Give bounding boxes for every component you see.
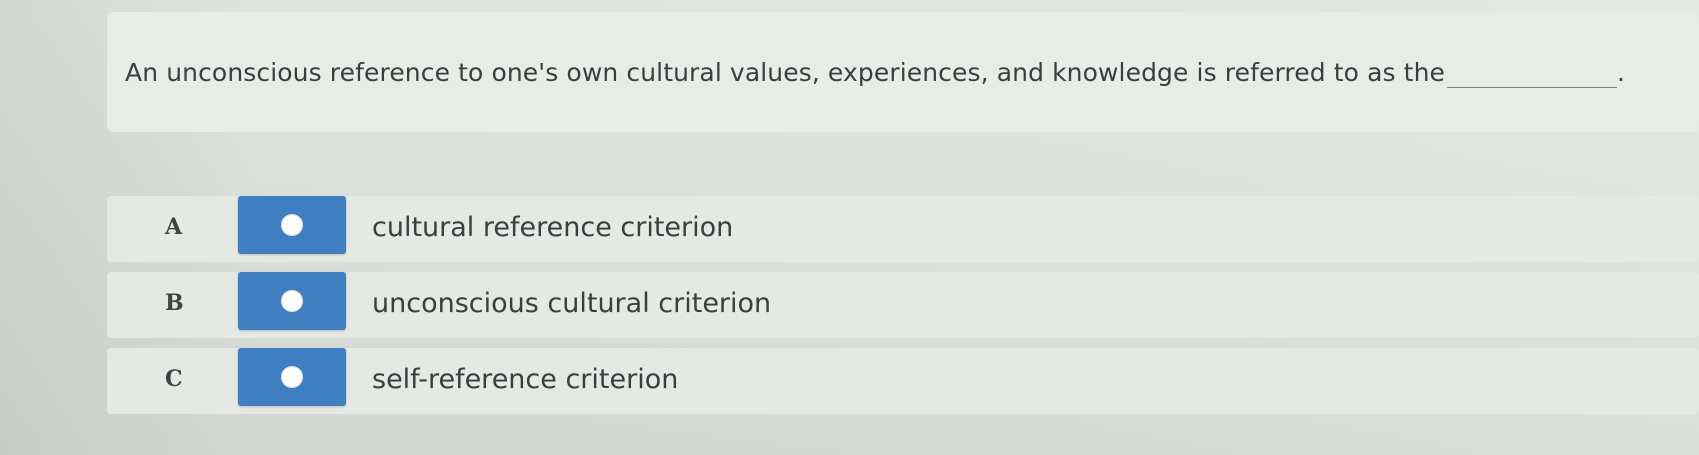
- option-a-label: cultural reference criterion: [372, 212, 734, 243]
- option-a-row[interactable]: A cultural reference criterion: [107, 196, 1699, 262]
- radio-dot-icon: [281, 290, 303, 312]
- option-b-label: unconscious cultural criterion: [372, 288, 772, 319]
- option-b-radio-button[interactable]: [238, 272, 346, 330]
- radio-dot-icon: [281, 214, 303, 236]
- option-b-letter: B: [165, 290, 184, 316]
- question-stem: An unconscious reference to one's own cu…: [125, 58, 1445, 87]
- option-a-letter: A: [165, 214, 183, 240]
- option-a-radio-button[interactable]: [238, 196, 346, 254]
- option-c-radio-button[interactable]: [238, 348, 346, 406]
- answer-blank: [1447, 58, 1617, 88]
- question-card: An unconscious reference to one's own cu…: [107, 12, 1699, 132]
- screen: An unconscious reference to one's own cu…: [0, 0, 1699, 455]
- question-text: An unconscious reference to one's own cu…: [125, 58, 1625, 88]
- question-trailing: .: [1617, 58, 1626, 87]
- option-c-label: self-reference criterion: [372, 364, 679, 395]
- option-c-letter: C: [165, 366, 183, 392]
- option-b-row[interactable]: B unconscious cultural criterion: [107, 272, 1699, 338]
- radio-dot-icon: [281, 366, 303, 388]
- option-c-row[interactable]: C self-reference criterion: [107, 348, 1699, 414]
